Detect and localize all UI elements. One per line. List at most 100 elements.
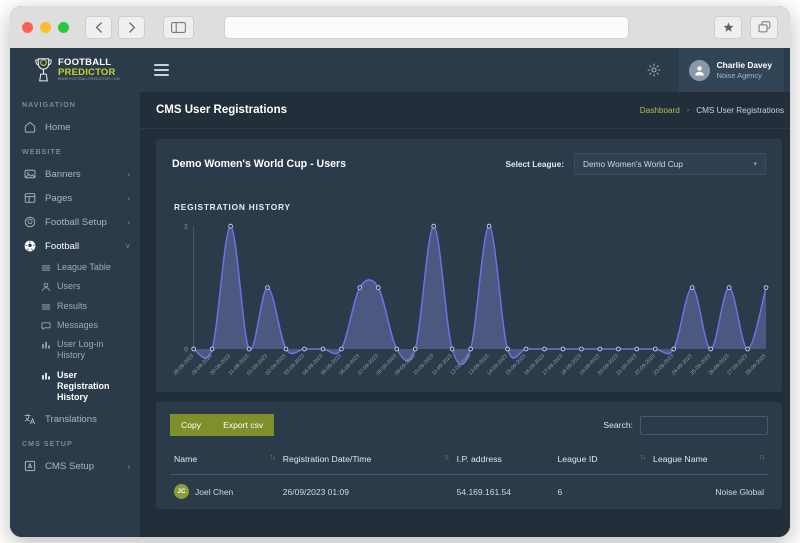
message-icon <box>41 321 51 331</box>
logo-line-2: PREDICTOR <box>58 66 116 78</box>
close-window-button[interactable] <box>22 21 33 33</box>
page-title: CMS User Registrations <box>156 104 288 116</box>
user-menu[interactable]: Charlie Davey Noise Agency <box>678 48 784 92</box>
sidebar-item-user-login-history[interactable]: User Log-in History <box>10 335 140 366</box>
column-header-registration-date[interactable]: Registration Date/Time ↑↓ <box>278 446 453 475</box>
table-body: JC Joel Chen 26/09/2023 01:09 54.169.161… <box>170 474 768 509</box>
pages-icon <box>24 192 36 204</box>
chart-card-header: Demo Women's World Cup - Users Select Le… <box>156 139 782 188</box>
breadcrumb-current: CMS User Registrations <box>696 105 784 115</box>
cell-league-id: 6 <box>553 474 650 509</box>
sidebar-item-cms-setup[interactable]: CMS Setup › <box>10 454 140 478</box>
export-csv-button[interactable]: Export csv <box>212 414 275 436</box>
search-input[interactable] <box>640 415 768 435</box>
copy-button[interactable]: Copy <box>170 414 213 436</box>
table-row[interactable]: JC Joel Chen 26/09/2023 01:09 54.169.161… <box>170 474 768 509</box>
table-search-group: Search: <box>603 415 768 435</box>
image-icon <box>24 168 36 180</box>
star-icon[interactable] <box>714 15 742 39</box>
browser-titlebar <box>10 6 790 48</box>
sidebar-section-cms-setup: CMS SETUP <box>22 441 73 449</box>
sidebar-item-translations[interactable]: Translations <box>10 407 140 431</box>
cell-league-name: Noise Global <box>649 474 768 509</box>
sidebar-section-navigation: NAVIGATION <box>22 102 76 109</box>
navigation-buttons <box>85 15 145 39</box>
sidebar-toggle-icon[interactable] <box>163 15 194 39</box>
sidebar-section-website: WEBSITE <box>22 149 62 156</box>
logo-line-3: WWW.FOOTBALLPREDICTOR.COM <box>58 77 120 82</box>
column-header-name[interactable]: Name ↑↓ <box>170 446 279 475</box>
content-scroll-area: Demo Women's World Cup - Users Select Le… <box>140 129 790 509</box>
user-name: Charlie Davey <box>716 60 772 71</box>
chart-card-title: Demo Women's World Cup - Users <box>172 158 347 170</box>
sort-icon: ↑↓ <box>443 454 450 461</box>
chevron-right-icon: › <box>127 217 130 227</box>
avatar: JC <box>174 484 189 499</box>
svg-text:2: 2 <box>184 224 188 230</box>
sidebar-item-football-setup[interactable]: Football Setup › <box>10 210 140 234</box>
column-header-ip-address[interactable]: I.P. address <box>452 446 554 475</box>
sort-icon: ↑↓ <box>269 454 276 461</box>
sidebar-item-label: Translations <box>45 413 97 425</box>
table-export-buttons: Copy Export csv <box>170 414 275 436</box>
sidebar-item-label: Home <box>45 121 71 133</box>
sidebar-item-results[interactable]: Results <box>10 297 140 316</box>
column-header-league-name[interactable]: League Name ↑↓ <box>649 446 768 475</box>
sidebar: FOOTBALL PREDICTOR WWW.FOOTBALLPREDICTOR… <box>10 48 140 537</box>
column-header-league-id[interactable]: League ID ↑↓ <box>553 446 650 475</box>
page-header: CMS User Registrations Dashboard › CMS U… <box>140 92 790 129</box>
sidebar-subitem-label: Users <box>57 281 81 292</box>
list-icon <box>41 302 51 312</box>
application-root: FOOTBALL PREDICTOR WWW.FOOTBALLPREDICTOR… <box>10 48 790 537</box>
league-select[interactable]: Demo Women's World Cup ▾ <box>574 153 766 175</box>
users-table-card: Copy Export csv Search: Name ↑↓ Registra… <box>156 402 782 509</box>
gear-icon[interactable] <box>647 63 661 77</box>
sidebar-item-users[interactable]: Users <box>10 277 140 296</box>
chevron-right-icon: › <box>127 169 130 179</box>
minimize-window-button[interactable] <box>40 21 51 33</box>
user-avatar-icon <box>688 59 710 81</box>
app-logo[interactable]: FOOTBALL PREDICTOR WWW.FOOTBALLPREDICTOR… <box>10 48 140 92</box>
list-icon <box>41 263 51 273</box>
breadcrumb: Dashboard › CMS User Registrations <box>640 106 784 115</box>
window-controls <box>22 21 69 33</box>
registration-history-chart[interactable]: 0 2 28-08-2023 29-08-2023 30-08-2023 31-08-20… <box>156 212 782 392</box>
forward-button[interactable] <box>118 15 145 39</box>
back-button[interactable] <box>85 15 112 39</box>
sidebar-item-home[interactable]: Home <box>10 115 140 139</box>
chevron-right-icon: › <box>127 461 130 471</box>
maximize-window-button[interactable] <box>58 21 69 33</box>
cell-name: JC Joel Chen <box>170 474 279 509</box>
sidebar-subitem-label: Results <box>57 300 88 311</box>
league-select-value: Demo Women's World Cup <box>583 159 683 169</box>
breadcrumb-separator: › <box>686 106 690 114</box>
select-league-label: Select League: <box>505 159 564 169</box>
logo-text: FOOTBALL PREDICTOR WWW.FOOTBALLPREDICTOR… <box>58 58 120 81</box>
ball-icon <box>24 216 36 228</box>
sidebar-subitem-label: League Table <box>57 262 111 272</box>
cell-ip-address: 54.169.161.54 <box>452 474 554 509</box>
ball-filled-icon <box>24 240 36 252</box>
user-full-name: Joel Chen <box>195 486 234 497</box>
bar-chart-icon <box>41 340 51 350</box>
chart-card: Demo Women's World Cup - Users Select Le… <box>156 139 782 392</box>
sidebar-item-football[interactable]: Football ˅ <box>10 234 140 258</box>
cell-registration-date: 26/09/2023 01:09 <box>278 474 453 509</box>
cms-icon <box>24 460 36 472</box>
bar-chart-icon <box>41 371 51 381</box>
address-bar[interactable] <box>224 15 629 39</box>
sidebar-item-league-table[interactable]: League Table <box>10 258 140 277</box>
sidebar-subitem-label: User Log-in History <box>57 339 104 361</box>
sidebar-item-banners[interactable]: Banners › <box>10 162 140 186</box>
top-bar: Charlie Davey Noise Agency <box>140 48 790 92</box>
copy-tabs-icon[interactable] <box>750 15 778 39</box>
breadcrumb-dashboard[interactable]: Dashboard <box>640 106 680 115</box>
user-icon <box>41 282 51 292</box>
sidebar-item-pages[interactable]: Pages › <box>10 186 140 210</box>
sidebar-item-label: Pages <box>45 192 73 204</box>
chevron-down-icon: ˅ <box>125 241 130 251</box>
league-selector-group: Select League: Demo Women's World Cup ▾ <box>505 153 766 175</box>
sidebar-item-user-registration-history[interactable]: User Registration History <box>10 366 140 408</box>
hamburger-icon[interactable] <box>154 64 169 76</box>
sidebar-item-messages[interactable]: Messages <box>10 316 140 335</box>
